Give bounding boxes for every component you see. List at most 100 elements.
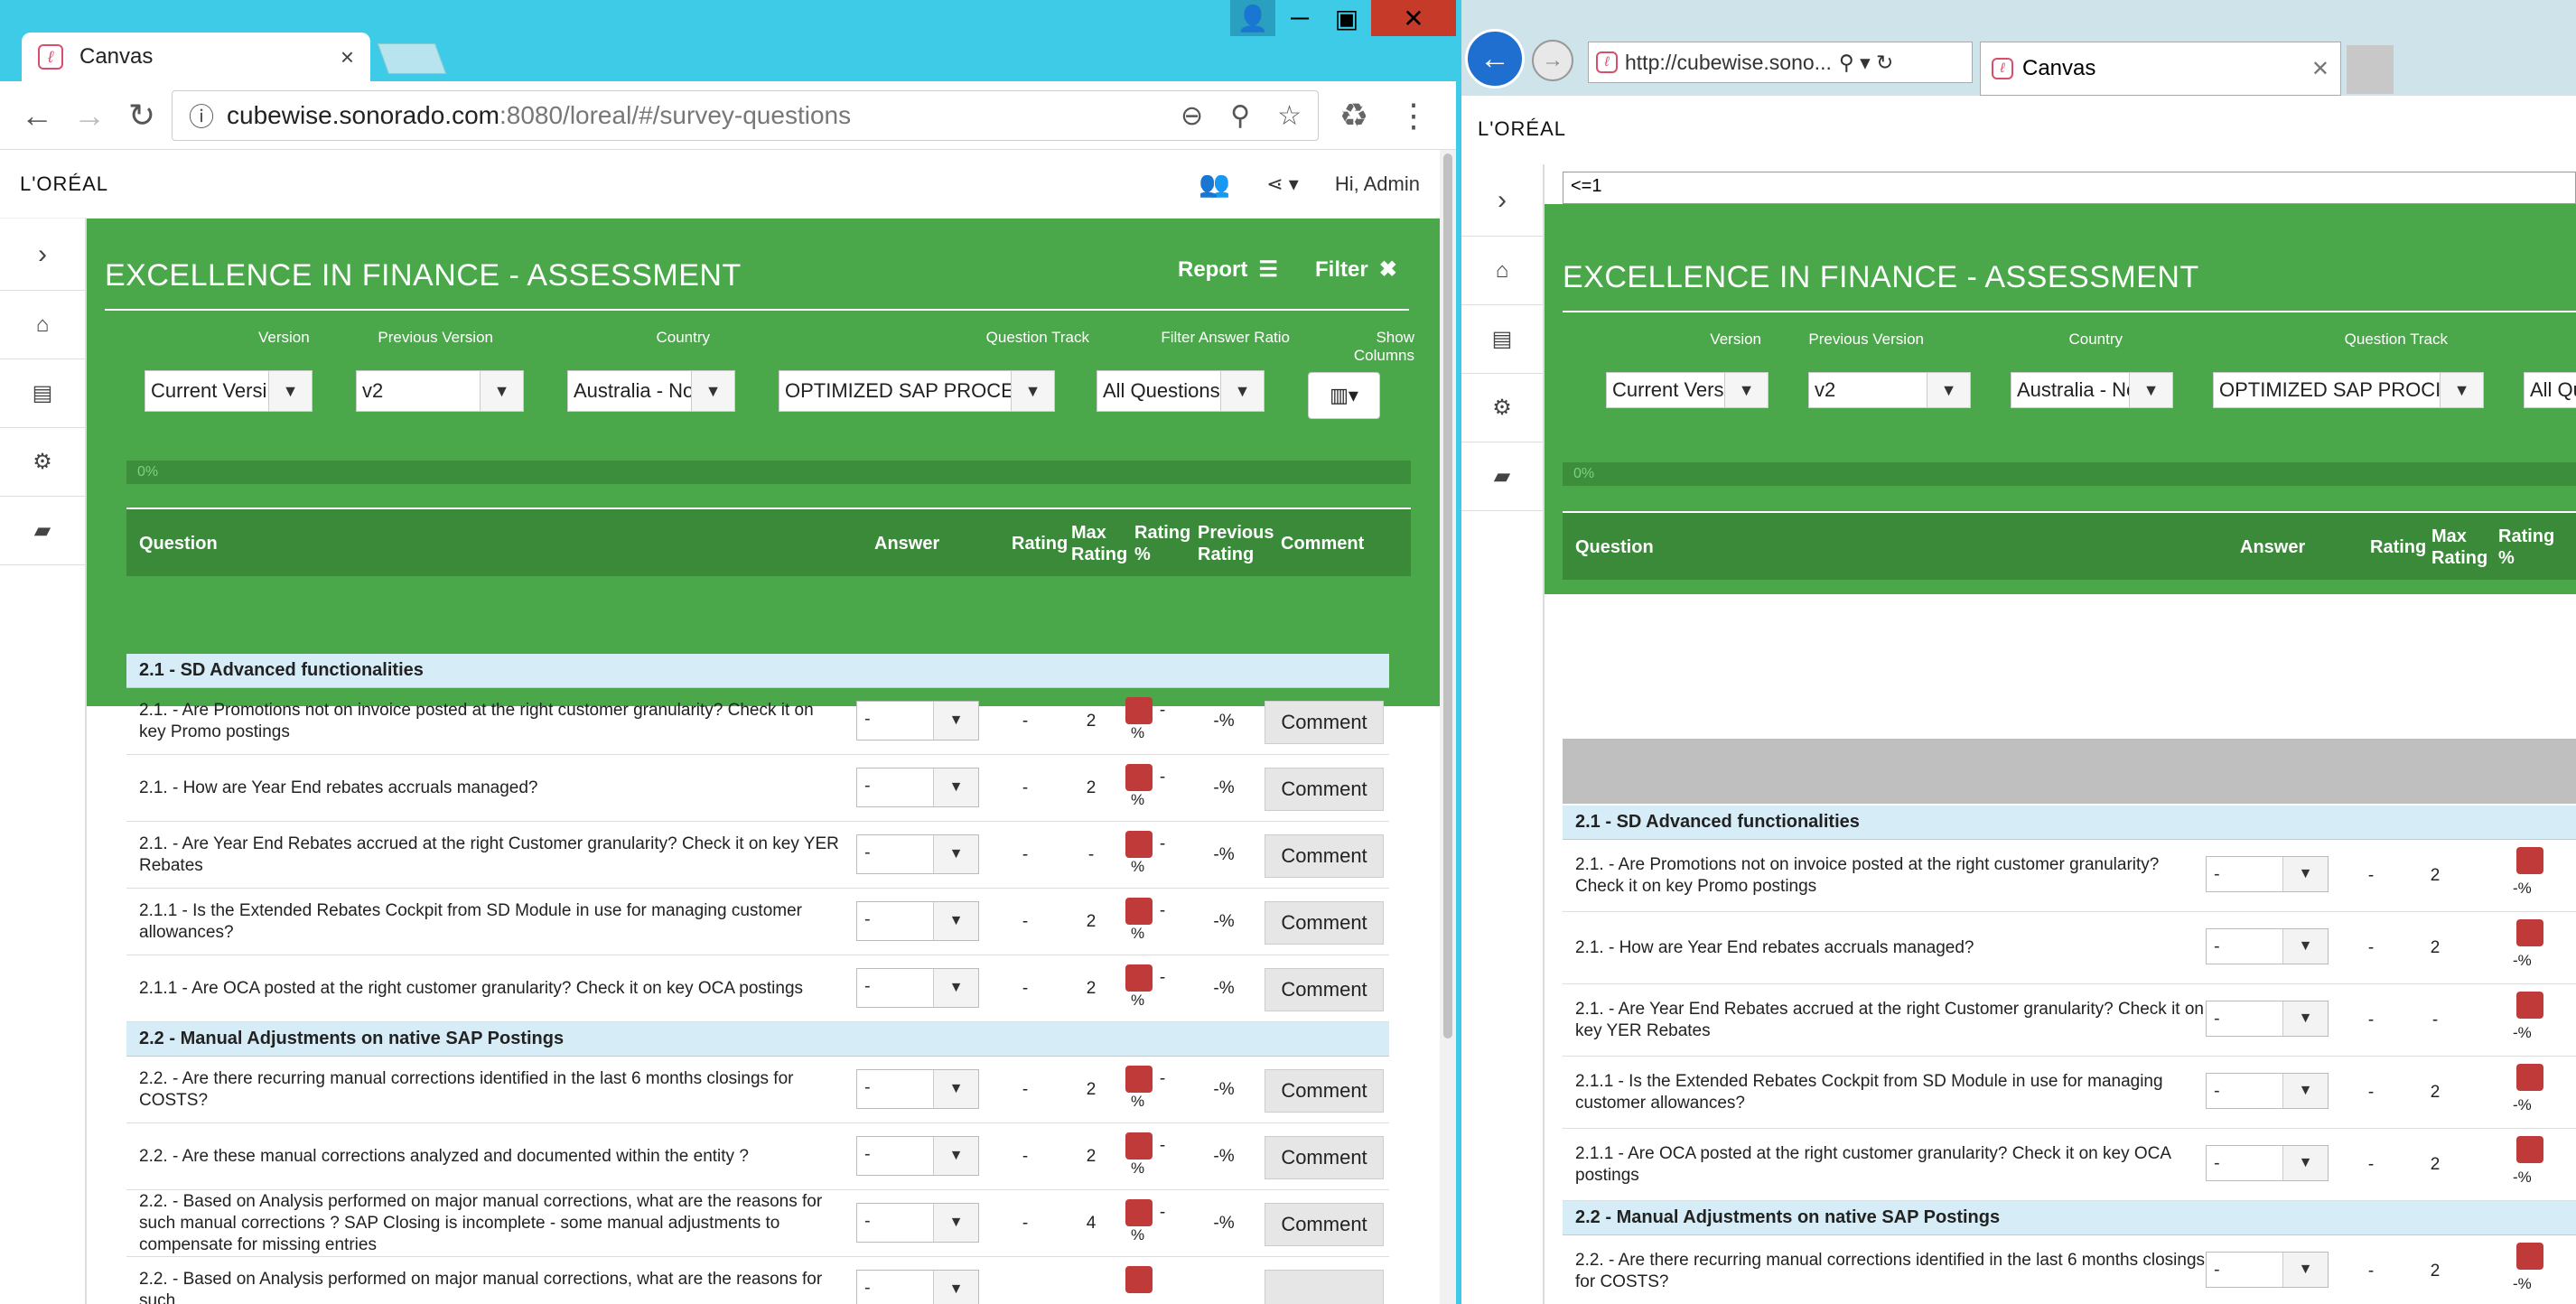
home-icon[interactable]: ⌂	[1461, 237, 1543, 305]
filter-label-show-columns: Show Columns	[1353, 329, 1414, 364]
maximize-button[interactable]: ▣	[1324, 0, 1369, 36]
expand-chevron-icon[interactable]: ›	[0, 219, 85, 291]
chevron-down-icon: ▼	[1724, 373, 1768, 407]
loading-placeholder	[1563, 739, 2576, 804]
version-select[interactable]: Current Vers ▼	[1606, 372, 1769, 408]
col-rating[interactable]: Rating	[1012, 509, 1068, 578]
table-row: 2.1. - Are Year End Rebates accrued at t…	[126, 822, 1389, 889]
menu-dots-icon[interactable]: ⋮	[1387, 97, 1440, 135]
address-bar[interactable]: ℓ http://cubewise.sono... ⚲ ▾ ↻	[1588, 42, 1973, 83]
user-greeting[interactable]: Hi, Admin	[1335, 172, 1420, 196]
answer-select[interactable]: - ▼	[2206, 856, 2329, 892]
address-bar[interactable]: ⓘ cubewise.sonorado.com:8080/loreal/#/su…	[172, 90, 1319, 141]
answer-select[interactable]: - ▼	[856, 901, 979, 941]
col-answer[interactable]: Answer	[2240, 513, 2305, 582]
back-arrow-icon[interactable]: ←	[1465, 29, 1525, 88]
report-button[interactable]: Report ☰	[1178, 256, 1278, 283]
home-icon[interactable]: ⌂	[0, 291, 85, 359]
comment-button[interactable]: Comment	[1265, 701, 1384, 744]
col-rating-pct[interactable]: Rating %	[1134, 509, 1194, 578]
comment-button[interactable]: Comment	[1265, 1136, 1384, 1179]
col-question[interactable]: Question	[139, 509, 218, 578]
settings-gears-icon[interactable]: ⚙	[0, 428, 85, 497]
scrollbar-thumb[interactable]	[1443, 154, 1452, 1039]
forward-arrow-icon[interactable]: →	[1532, 40, 1573, 81]
answer-select[interactable]: - ▼	[2206, 928, 2329, 964]
col-answer[interactable]: Answer	[874, 509, 939, 578]
comment-button[interactable]: Comment	[1265, 1203, 1384, 1246]
key-icon[interactable]: ⚲	[1230, 100, 1250, 132]
search-icon[interactable]: ⚲ ▾ ↻	[1839, 51, 1893, 75]
bookmark-star-icon[interactable]: ☆	[1277, 100, 1302, 132]
answer-select[interactable]: - ▼	[856, 1069, 979, 1109]
answer-select[interactable]: - ▼	[2206, 1001, 2329, 1037]
close-tab-icon[interactable]: ×	[341, 43, 354, 71]
previous-version-select[interactable]: v2 ▼	[1808, 372, 1971, 408]
answer-select[interactable]: - ▼	[856, 834, 979, 874]
extension-icon[interactable]: ♻	[1328, 97, 1380, 135]
col-question[interactable]: Question	[1575, 513, 1654, 582]
user-icon[interactable]: 👤	[1230, 0, 1275, 36]
list-icon[interactable]: ▤	[0, 359, 85, 428]
comment-button[interactable]: Comment	[1265, 1069, 1384, 1113]
previous-version-select[interactable]: v2 ▼	[356, 370, 524, 412]
book-icon[interactable]: ▰	[1461, 442, 1543, 511]
book-icon[interactable]: ▰	[0, 497, 85, 565]
comment-button[interactable]: Comment	[1265, 901, 1384, 945]
col-max-rating[interactable]: Max Rating	[1071, 509, 1131, 578]
question-track-select[interactable]: OPTIMIZED SAP PROCI ▼	[2213, 372, 2484, 408]
question-track-select[interactable]: OPTIMIZED SAP PROCE ▼	[779, 370, 1055, 412]
chevron-down-icon: ▼	[1220, 371, 1264, 411]
filter-button[interactable]: Filter ✖	[1315, 256, 1397, 283]
forward-arrow-icon[interactable]: →	[63, 97, 116, 135]
country-select[interactable]: Australia - No ▼	[567, 370, 735, 412]
section-header: 2.2 - Manual Adjustments on native SAP P…	[126, 1022, 1389, 1057]
show-columns-button[interactable]: ▥▾	[1308, 372, 1380, 419]
col-comment[interactable]: Comment	[1281, 509, 1364, 578]
answer-select[interactable]: - ▼	[856, 1270, 979, 1304]
users-icon[interactable]: 👥	[1199, 169, 1230, 199]
new-tab-button[interactable]	[2347, 45, 2394, 94]
minimize-button[interactable]: ─	[1277, 0, 1322, 36]
browser-tab-canvas[interactable]: ℓ Canvas ×	[22, 33, 370, 81]
version-select[interactable]: Current Versi ▼	[145, 370, 313, 412]
filter-label-previous-version: Previous Version	[378, 329, 493, 346]
answer-select[interactable]: - ▼	[856, 768, 979, 807]
chevron-down-icon: ▼	[933, 1204, 978, 1242]
col-rating-pct[interactable]: Rating %	[2498, 513, 2558, 582]
filter-label-country: Country	[2068, 331, 2123, 348]
list-icon[interactable]: ▤	[1461, 305, 1543, 374]
reload-icon[interactable]: ↻	[116, 97, 168, 135]
section-header: 2.1 - SD Advanced functionalities	[126, 654, 1389, 688]
answer-ratio-select[interactable]: All Questions ▼	[1097, 370, 1265, 412]
comment-button[interactable]	[1265, 1270, 1384, 1304]
expand-chevron-icon[interactable]: ›	[1461, 164, 1543, 237]
answer-select[interactable]: - ▼	[856, 1203, 979, 1243]
close-window-button[interactable]: ✕	[1371, 0, 1456, 36]
close-tab-icon[interactable]: ✕	[2311, 56, 2329, 82]
browser-tab-canvas[interactable]: ℓ Canvas ✕	[1980, 42, 2341, 96]
zoom-icon[interactable]: ⊖	[1181, 100, 1203, 132]
chevron-down-icon: ▼	[933, 1070, 978, 1108]
comment-button[interactable]: Comment	[1265, 834, 1384, 878]
comment-button[interactable]: Comment	[1265, 968, 1384, 1011]
answer-select[interactable]: - ▼	[2206, 1073, 2329, 1109]
answer-select[interactable]: - ▼	[856, 701, 979, 740]
col-rating[interactable]: Rating	[2370, 513, 2426, 582]
comment-button[interactable]: Comment	[1265, 768, 1384, 811]
back-arrow-icon[interactable]: ←	[11, 97, 63, 135]
main-content: EXCELLENCE IN FINANCE - ASSESSMENT Versi…	[1545, 164, 2576, 1304]
share-icon[interactable]: ⋖ ▾	[1266, 172, 1299, 196]
answer-ratio-select[interactable]: All Qu	[2524, 372, 2576, 408]
answer-select[interactable]: - ▼	[856, 1136, 979, 1176]
settings-gears-icon[interactable]: ⚙	[1461, 374, 1543, 442]
page-scrollbar[interactable]	[1440, 150, 1456, 1304]
new-tab-button[interactable]	[377, 43, 447, 74]
answer-select[interactable]: - ▼	[2206, 1145, 2329, 1181]
country-select[interactable]: Australia - Ne ▼	[2011, 372, 2173, 408]
rating-pct-suffix: %	[1131, 1160, 1145, 1177]
col-max-rating[interactable]: Max Rating	[2431, 513, 2491, 582]
answer-select[interactable]: - ▼	[856, 968, 979, 1008]
answer-select[interactable]: - ▼	[2206, 1252, 2329, 1288]
col-previous-rating[interactable]: Previous Rating	[1198, 509, 1275, 578]
